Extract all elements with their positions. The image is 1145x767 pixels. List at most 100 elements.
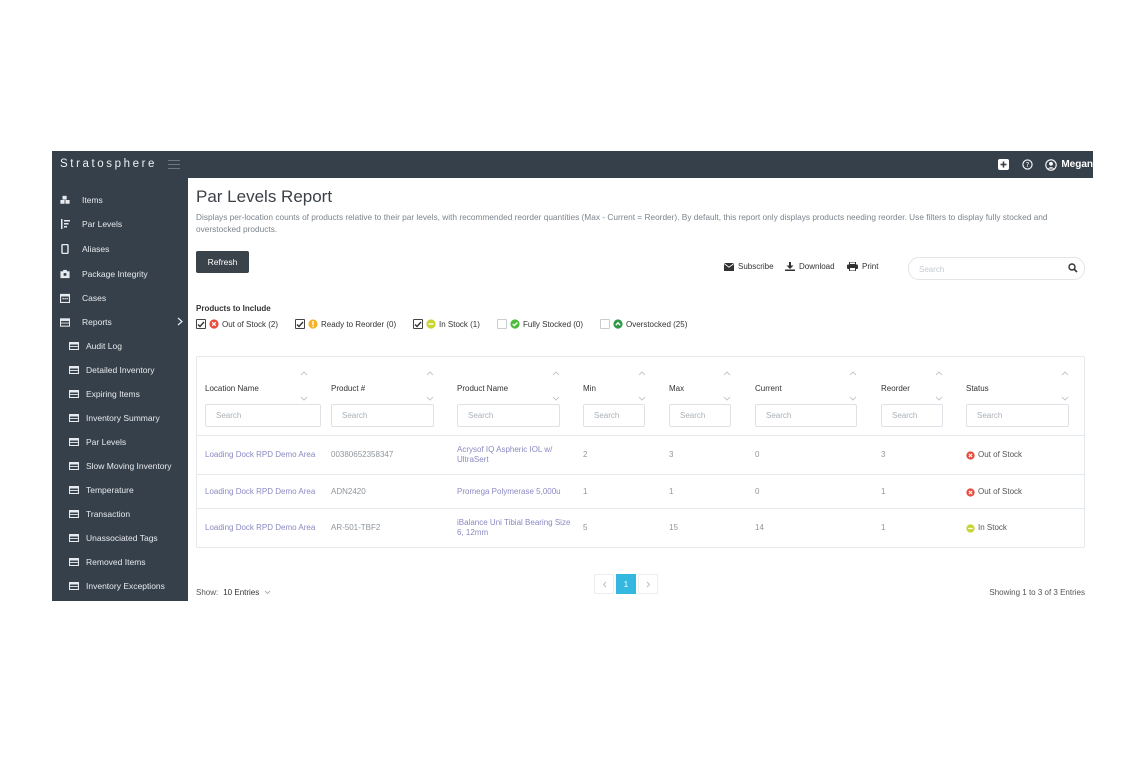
checkbox-unchecked[interactable] — [600, 319, 610, 329]
sort-icon[interactable] — [426, 371, 434, 401]
filter-ready-to-reorder[interactable]: Ready to Reorder (0) — [295, 319, 396, 329]
max-search-field[interactable] — [669, 404, 731, 427]
previous-page-button[interactable] — [594, 574, 614, 594]
sidebar-item-items[interactable]: Items — [52, 190, 188, 210]
product-number-search-field[interactable] — [331, 404, 434, 427]
chevron-down-icon[interactable] — [264, 590, 271, 595]
filter-in-stock[interactable]: In Stock (1) — [413, 319, 480, 329]
sidebar-subitem-audit-log[interactable]: Audit Log — [52, 336, 188, 356]
sidebar-subitem-label: Unassociated Tags — [86, 533, 158, 543]
table-row[interactable]: Loading Dock RPD Demo Area AR-501-TBF2 i… — [197, 508, 1084, 547]
location-link[interactable]: Loading Dock RPD Demo Area — [205, 450, 315, 460]
refresh-button[interactable]: Refresh — [196, 251, 249, 273]
add-icon[interactable] — [997, 159, 1009, 171]
location-link[interactable]: Loading Dock RPD Demo Area — [205, 523, 315, 533]
product-name-link[interactable]: Acrysof IQ Aspheric IOL w/ — [457, 445, 552, 455]
column-header-product-name[interactable]: Product Name — [457, 384, 508, 393]
download-label: Download — [799, 262, 835, 271]
product-name-search-input[interactable] — [458, 405, 559, 426]
column-header-current[interactable]: Current — [755, 384, 782, 393]
print-button[interactable]: Print — [847, 262, 878, 271]
sidebar-subitem-detailed-inventory[interactable]: Detailed Inventory — [52, 360, 188, 380]
calendar-icon — [60, 293, 70, 303]
column-header-location[interactable]: Location Name — [205, 384, 259, 393]
page-size-value[interactable]: 10 Entries — [223, 588, 259, 597]
current-search-field[interactable] — [755, 404, 857, 427]
column-header-min[interactable]: Min — [583, 384, 596, 393]
min-search-input[interactable] — [584, 405, 644, 426]
reorder-search-field[interactable] — [881, 404, 943, 427]
download-button[interactable]: Download — [785, 262, 835, 271]
sidebar-subitem-par-levels[interactable]: Par Levels — [52, 432, 188, 452]
max-search-input[interactable] — [670, 405, 730, 426]
reorder-cell: 1 — [881, 487, 886, 496]
product-name-link-line2[interactable]: UltraSert — [457, 455, 489, 465]
product-number-cell: AR-501-TBF2 — [331, 523, 381, 532]
sidebar-subitem-inventory-summary[interactable]: Inventory Summary — [52, 408, 188, 428]
table-row[interactable]: Loading Dock RPD Demo Area ADN2420 Prome… — [197, 474, 1084, 508]
subscribe-button[interactable]: Subscribe — [724, 262, 774, 271]
product-name-link[interactable]: iBalance Uni Tibial Bearing Size — [457, 518, 570, 528]
current-search-input[interactable] — [756, 405, 856, 426]
sidebar-subitem-temperature[interactable]: Temperature — [52, 480, 188, 500]
menu-toggle-icon[interactable] — [168, 157, 180, 169]
sidebar-subitem-inventory-exceptions[interactable]: Inventory Exceptions — [52, 576, 188, 596]
checkbox-checked[interactable] — [295, 319, 305, 329]
page-size-selector[interactable]: Show: 10 Entries — [196, 588, 271, 597]
filters-label: Products to Include — [196, 304, 271, 313]
column-header-product-number[interactable]: Product # — [331, 384, 365, 393]
sort-icon[interactable] — [300, 371, 308, 401]
user-name: Megan — [1061, 159, 1093, 170]
sort-icon[interactable] — [935, 371, 943, 401]
search-icon[interactable] — [1068, 263, 1078, 273]
sidebar-item-cases[interactable]: Cases — [52, 288, 188, 308]
sidebar-subitem-transaction[interactable]: Transaction — [52, 504, 188, 524]
filter-label: Out of Stock (2) — [222, 319, 279, 329]
sidebar-item-package-integrity[interactable]: Package Integrity — [52, 264, 188, 284]
checkbox-checked[interactable] — [413, 319, 423, 329]
user-menu[interactable]: Megan — [1045, 158, 1093, 171]
column-header-reorder[interactable]: Reorder — [881, 384, 910, 393]
sidebar-subitem-unassociated-tags[interactable]: Unassociated Tags — [52, 528, 188, 548]
sort-icon[interactable] — [849, 371, 857, 401]
checkbox-unchecked[interactable] — [497, 319, 507, 329]
sidebar-item-par-levels[interactable]: Par Levels — [52, 214, 188, 234]
sidebar-subitem-label: Inventory Summary — [86, 413, 160, 423]
brand-logo-text[interactable]: Stratosphere — [60, 158, 157, 170]
sort-icon[interactable] — [552, 371, 560, 401]
report-search-input[interactable] — [919, 262, 1059, 276]
sidebar-item-reports[interactable]: Reports — [52, 312, 188, 332]
product-number-search-input[interactable] — [332, 405, 433, 426]
page-button[interactable]: 1 — [616, 574, 636, 594]
current-cell: 14 — [755, 523, 764, 532]
location-search-field[interactable] — [205, 404, 321, 427]
location-search-input[interactable] — [206, 405, 320, 426]
next-page-button[interactable] — [638, 574, 658, 594]
report-search[interactable] — [908, 257, 1085, 280]
location-link[interactable]: Loading Dock RPD Demo Area — [205, 487, 315, 497]
product-name-search-field[interactable] — [457, 404, 560, 427]
sidebar-subitem-removed-items[interactable]: Removed Items — [52, 552, 188, 572]
product-name-link[interactable]: Promega Polymerase 5,000u — [457, 487, 561, 497]
column-header-status[interactable]: Status — [966, 384, 989, 393]
filter-fully-stocked[interactable]: Fully Stocked (0) — [497, 319, 583, 329]
help-icon[interactable]: ? — [1021, 159, 1033, 171]
status-search-input[interactable] — [967, 405, 1068, 426]
sort-icon[interactable] — [1061, 371, 1069, 401]
reorder-search-input[interactable] — [882, 405, 942, 426]
column-header-max[interactable]: Max — [669, 384, 684, 393]
filter-out-of-stock[interactable]: Out of Stock (2) — [196, 319, 278, 329]
status-search-field[interactable] — [966, 404, 1069, 427]
sort-icon[interactable] — [638, 371, 646, 401]
sidebar-subitem-expiring-items[interactable]: Expiring Items — [52, 384, 188, 404]
sidebar-item-aliases[interactable]: Aliases — [52, 239, 188, 259]
sort-icon[interactable] — [723, 371, 731, 401]
table-icon — [69, 389, 79, 399]
table-row[interactable]: Loading Dock RPD Demo Area 0038065235834… — [197, 435, 1084, 474]
product-name-link-line2[interactable]: 6, 12mm — [457, 528, 488, 538]
sidebar-subitem-slow-moving-inventory[interactable]: Slow Moving Inventory — [52, 456, 188, 476]
min-search-field[interactable] — [583, 404, 645, 427]
checkbox-checked[interactable] — [196, 319, 206, 329]
chevron-right-icon — [177, 317, 183, 328]
filter-overstocked[interactable]: Overstocked (25) — [600, 319, 687, 329]
